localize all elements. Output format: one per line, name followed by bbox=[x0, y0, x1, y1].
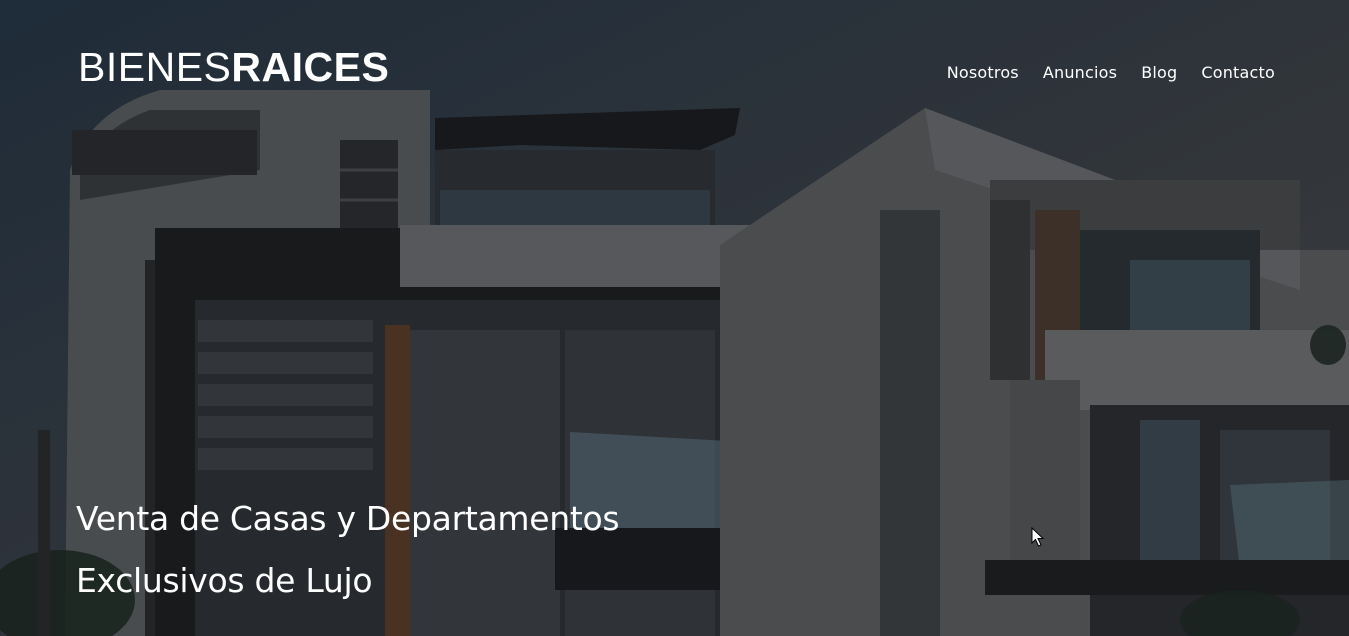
nav-link-nosotros[interactable]: Nosotros bbox=[947, 63, 1019, 82]
site-logo[interactable]: BIENESRAICES bbox=[78, 44, 389, 90]
hero-headline: Venta de Casas y Departamentos Exclusivo… bbox=[76, 499, 620, 600]
hero-section: BIENESRAICES Nosotros Anuncios Blog Cont… bbox=[0, 0, 1349, 636]
site-header: BIENESRAICES Nosotros Anuncios Blog Cont… bbox=[78, 44, 1275, 94]
main-navigation: Nosotros Anuncios Blog Contacto bbox=[947, 63, 1275, 82]
logo-light-text: BIENES bbox=[78, 44, 232, 90]
hero-tagline: Venta de Casas y Departamentos Exclusivo… bbox=[76, 488, 716, 612]
mouse-pointer-icon bbox=[1031, 527, 1045, 547]
nav-link-contacto[interactable]: Contacto bbox=[1201, 63, 1275, 82]
logo-bold-text: RAICES bbox=[231, 44, 390, 90]
nav-link-anuncios[interactable]: Anuncios bbox=[1043, 63, 1117, 82]
nav-link-blog[interactable]: Blog bbox=[1141, 63, 1177, 82]
